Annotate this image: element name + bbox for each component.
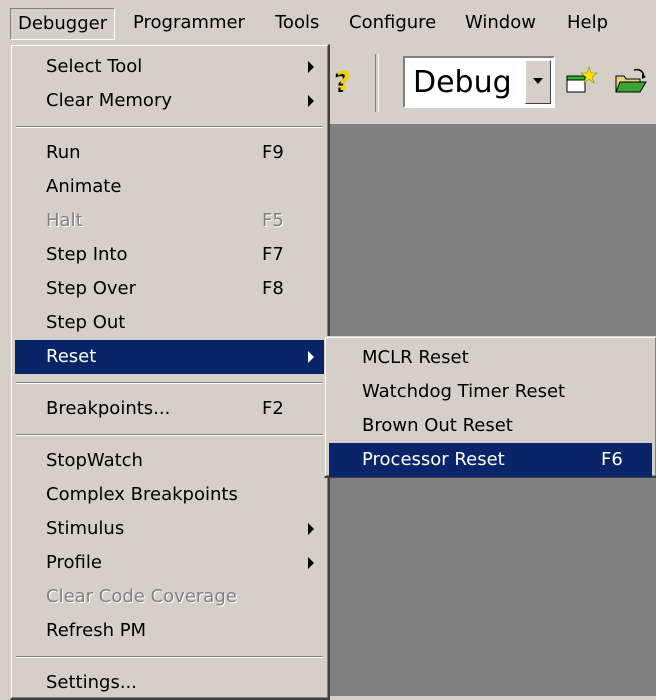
submenu-arrow-icon	[308, 95, 314, 107]
reset-submenu: MCLR Reset Watchdog Timer Reset Brown Ou…	[324, 336, 656, 478]
menu-item-label: Run	[46, 142, 81, 163]
chevron-down-icon	[533, 78, 543, 84]
configuration-combobox[interactable]: Debug	[403, 56, 555, 108]
new-project-button[interactable]	[565, 66, 599, 101]
menu-separator	[16, 126, 323, 128]
menu-separator	[16, 434, 323, 436]
menu-item-animate[interactable]: Animate	[15, 170, 324, 204]
menu-window[interactable]: Window	[458, 8, 543, 38]
menu-item-label: Step Out	[46, 312, 126, 333]
menu-item-processor-reset[interactable]: Processor Reset F6	[329, 443, 652, 477]
menu-debugger-label: Debugger	[18, 13, 108, 34]
menu-item-label: Brown Out Reset	[362, 415, 513, 436]
menu-item-label: MCLR Reset	[362, 347, 469, 368]
menu-item-reset[interactable]: Reset	[15, 340, 324, 374]
menu-help[interactable]: Help	[560, 8, 615, 38]
menu-item-label: Reset	[46, 346, 97, 367]
menu-item-label: Profile	[46, 552, 102, 573]
open-folder-icon	[615, 68, 647, 93]
menu-configure-label: Configure	[349, 12, 437, 33]
menu-item-settings[interactable]: Settings...	[15, 666, 324, 700]
menu-item-label: Step Into	[46, 244, 128, 265]
menu-item-label: Settings...	[46, 672, 137, 693]
menu-item-select-tool[interactable]: Select Tool	[15, 50, 324, 84]
shortcut-label: F2	[262, 398, 284, 419]
menu-item-label: Animate	[46, 176, 122, 197]
menu-item-label: StopWatch	[46, 450, 143, 471]
menu-separator	[16, 382, 323, 384]
menu-separator	[16, 656, 323, 658]
menu-bar: Debugger Programmer Tools Configure Wind…	[0, 0, 656, 44]
menu-tools-label: Tools	[275, 12, 320, 33]
open-project-button[interactable]	[614, 66, 648, 101]
submenu-arrow-icon	[308, 523, 314, 535]
menu-item-label: Step Over	[46, 278, 136, 299]
menu-item-refresh-pm[interactable]: Refresh PM	[15, 614, 324, 648]
submenu-arrow-icon	[308, 351, 314, 363]
menu-item-profile[interactable]: Profile	[15, 546, 324, 580]
menu-item-label: Complex Breakpoints	[46, 484, 238, 505]
menu-item-mclr-reset[interactable]: MCLR Reset	[329, 341, 652, 375]
submenu-arrow-icon	[308, 61, 314, 73]
menu-configure[interactable]: Configure	[342, 8, 443, 38]
menu-item-label: Halt	[46, 210, 83, 231]
menu-item-label: Clear Memory	[46, 90, 172, 111]
menu-tools[interactable]: Tools	[268, 8, 326, 38]
menu-help-label: Help	[567, 12, 609, 33]
menu-item-step-over[interactable]: Step Over F8	[15, 272, 324, 306]
menu-item-stopwatch[interactable]: StopWatch	[15, 444, 324, 478]
toolbar-separator	[375, 54, 379, 112]
configuration-value: Debug	[413, 65, 512, 100]
menu-item-label: Clear Code Coverage	[46, 586, 237, 607]
menu-item-label: Processor Reset	[362, 449, 505, 470]
new-project-icon	[566, 66, 598, 93]
menu-item-label: Breakpoints...	[46, 398, 171, 419]
shortcut-label: F7	[262, 244, 284, 265]
menu-item-brown-out-reset[interactable]: Brown Out Reset	[329, 409, 652, 443]
svg-text:?: ?	[336, 67, 351, 97]
shortcut-label: F8	[262, 278, 284, 299]
menu-window-label: Window	[465, 12, 536, 33]
menu-debugger[interactable]: Debugger	[10, 8, 116, 40]
menu-item-clear-code-coverage: Clear Code Coverage	[15, 580, 324, 614]
menu-item-label: Select Tool	[46, 56, 143, 77]
shortcut-label: F5	[262, 210, 284, 231]
shortcut-label: F9	[262, 142, 284, 163]
menu-programmer[interactable]: Programmer	[126, 8, 252, 38]
debugger-dropdown-menu: Select Tool Clear Memory Run F9 Animate …	[10, 44, 330, 700]
menu-programmer-label: Programmer	[133, 12, 245, 33]
menu-item-run[interactable]: Run F9	[15, 136, 324, 170]
menu-item-halt: Halt F5	[15, 204, 324, 238]
menu-item-clear-memory[interactable]: Clear Memory	[15, 84, 324, 118]
help-pointer-button[interactable]: ? ?	[330, 56, 364, 108]
shortcut-label: F6	[601, 449, 623, 470]
menu-item-label: Watchdog Timer Reset	[362, 381, 566, 402]
menu-item-complex-breakpoints[interactable]: Complex Breakpoints	[15, 478, 324, 512]
menu-item-watchdog-timer-reset[interactable]: Watchdog Timer Reset	[329, 375, 652, 409]
submenu-arrow-icon	[308, 557, 314, 569]
menu-item-step-out[interactable]: Step Out	[15, 306, 324, 340]
help-pointer-icon: ? ?	[334, 67, 351, 99]
combobox-dropdown-button[interactable]	[525, 60, 551, 104]
menu-item-step-into[interactable]: Step Into F7	[15, 238, 324, 272]
menu-item-stimulus[interactable]: Stimulus	[15, 512, 324, 546]
menu-item-label: Stimulus	[46, 518, 125, 539]
menu-item-breakpoints[interactable]: Breakpoints... F2	[15, 392, 324, 426]
menu-item-label: Refresh PM	[46, 620, 147, 641]
